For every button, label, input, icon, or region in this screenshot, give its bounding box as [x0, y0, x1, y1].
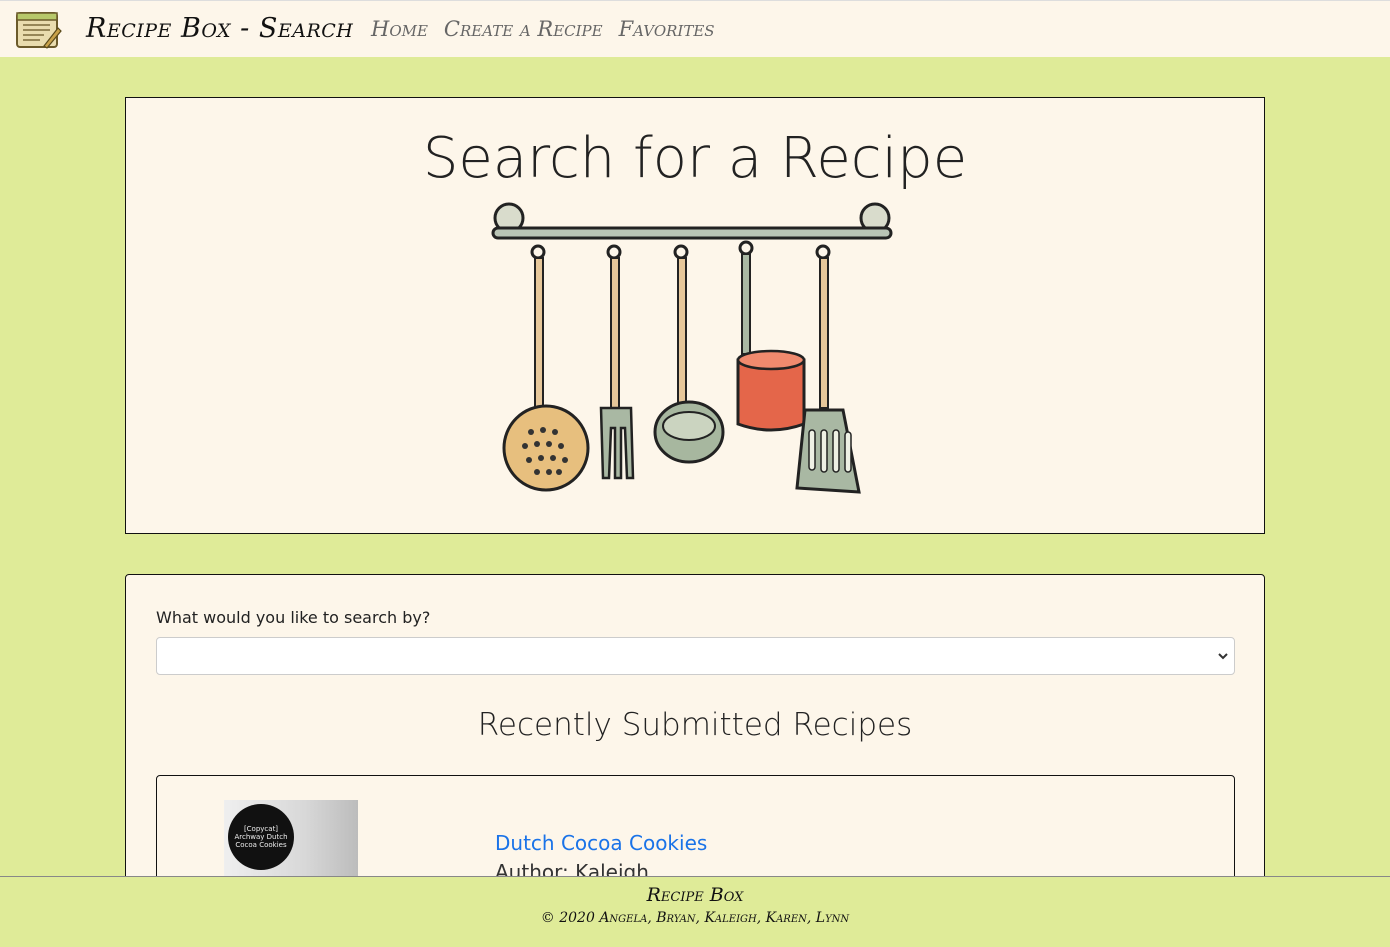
- recipe-thumbnail-text: [Copycat] Archway Dutch Cocoa Cookies: [228, 804, 294, 870]
- footer-brand: Recipe Box: [646, 884, 744, 906]
- hanging-utensils-illustration: [491, 202, 893, 494]
- nav-link-create-recipe[interactable]: Create a Recipe: [444, 17, 603, 41]
- page-title: Search for a Recipe: [422, 126, 968, 191]
- footer-copyright: © 2020 Angela, Bryan, Kaleigh, Karen, Ly…: [540, 910, 850, 926]
- nav-link-home[interactable]: Home: [371, 17, 428, 41]
- nav-links: Home Create a Recipe Favorites: [371, 17, 715, 41]
- search-by-select[interactable]: [156, 637, 1235, 675]
- nav-link-favorites[interactable]: Favorites: [619, 17, 715, 41]
- footer: Recipe Box © 2020 Angela, Bryan, Kaleigh…: [0, 876, 1390, 947]
- chevron-down-icon: [1218, 653, 1228, 660]
- recent-recipes-heading: Recently Submitted Recipes: [477, 707, 913, 743]
- search-by-label: What would you like to search by?: [156, 608, 431, 627]
- recipe-notepad-logo-icon[interactable]: [14, 10, 62, 50]
- brand-title[interactable]: Recipe Box - Search: [86, 13, 353, 44]
- hero-card: Search for a Recipe: [125, 97, 1265, 534]
- recipe-title-link[interactable]: Dutch Cocoa Cookies: [495, 831, 707, 855]
- navbar: Recipe Box - Search Home Create a Recipe…: [0, 0, 1390, 57]
